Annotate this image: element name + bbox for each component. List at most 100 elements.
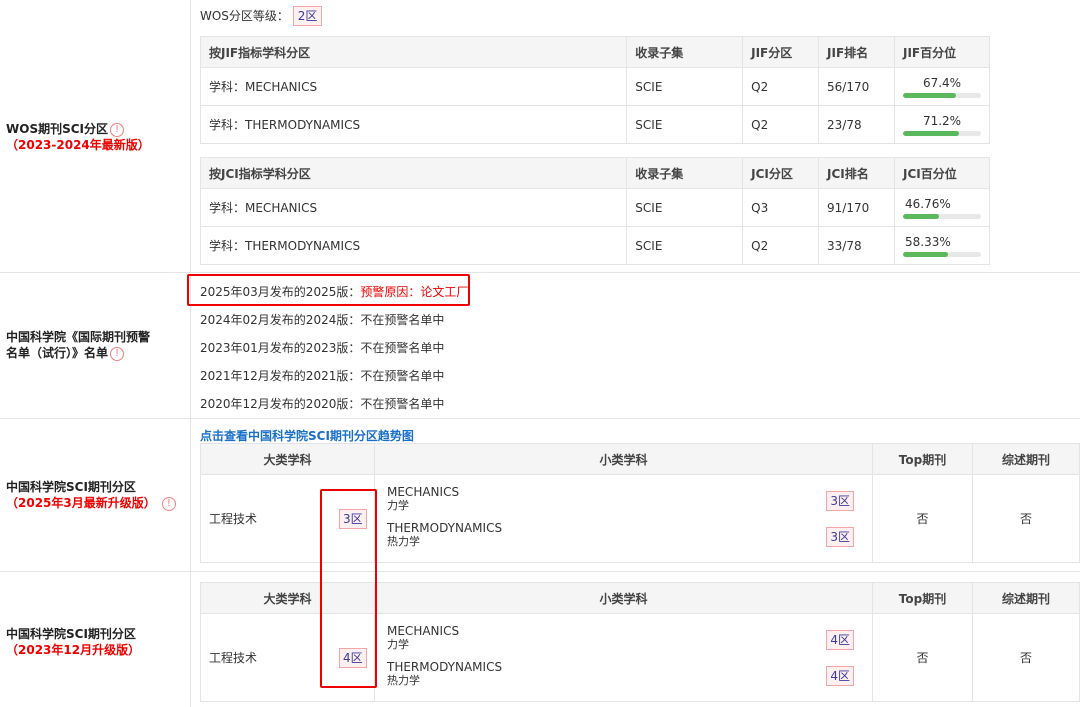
minor-zone-badge: 3区 <box>826 527 854 547</box>
minor-zone-badge: 3区 <box>826 491 854 511</box>
wos-level: WOS分区等级： 2区 <box>200 6 323 26</box>
warning-line: 2024年02月发布的2024版：不在预警名单中 <box>200 311 444 328</box>
progress-fill <box>903 213 940 219</box>
jci-subject: 学科：MECHANICS <box>199 188 628 227</box>
warning-line: 2023年01月发布的2023版：不在预警名单中 <box>200 339 444 356</box>
warning-line-prefix: 2021年12月发布的2021版： <box>200 369 361 383</box>
divider <box>190 572 191 707</box>
jci-pct-cell: 58.33% <box>894 226 990 265</box>
warning-line-prefix: 2025年03月发布的2025版： <box>200 285 361 299</box>
progress-bar <box>903 213 981 219</box>
jif-zone: Q2 <box>742 67 820 106</box>
warning-line-status: 不在预警名单中 <box>360 341 445 355</box>
wos-level-badge: 2区 <box>292 6 323 26</box>
wos-label-title: WOS期刊SCI分区 <box>6 122 108 136</box>
header-major: 大类学科 <box>200 443 375 475</box>
jif-pct-cell: 71.2% <box>894 105 990 144</box>
progress-bar <box>903 130 981 136</box>
minor-subject-cn: 热力学 <box>387 674 420 687</box>
warning-line-status: 预警原因：论文工厂 <box>360 285 469 299</box>
review-cell: 否 <box>972 613 1080 702</box>
jif-header-zone: JIF分区 <box>742 36 820 68</box>
minor-subject-en: THERMODYNAMICS <box>387 521 503 535</box>
minor-zone-badge: 4区 <box>826 630 854 650</box>
top-cell: 否 <box>872 613 973 702</box>
highlight-box <box>320 489 377 688</box>
divider <box>190 419 191 571</box>
jci-header-row: 按JCI指标学科分区 收录子集 JCI分区 JCI排名 JCI百分位 <box>199 157 990 189</box>
jci-table: 按JCI指标学科分区 收录子集 JCI分区 JCI排名 JCI百分位 学科：ME… <box>199 157 990 265</box>
warning-line-prefix: 2024年02月发布的2024版： <box>200 313 361 327</box>
warning-line-status: 不在预警名单中 <box>360 369 445 383</box>
warning-line-prefix: 2020年12月发布的2020版： <box>200 397 361 411</box>
warning-section: 中国科学院《国际期刊预警 名单（试行）》名单! 2025年03月发布的2025版… <box>0 273 1080 419</box>
wos-label-sub: （2023-2024年最新版） <box>6 138 150 152</box>
cas2023-label-title: 中国科学院SCI期刊分区 <box>6 627 136 641</box>
minor-cell: MECHANICS 力学 3区 THERMODYNAMICS 热力学 3区 <box>374 474 873 563</box>
minor-subject: MECHANICS 力学 <box>387 624 460 652</box>
review-cell: 否 <box>972 474 1080 563</box>
jci-header-set: 收录子集 <box>626 157 744 189</box>
jif-pct-text: 67.4% <box>922 75 962 90</box>
progress-fill <box>903 251 949 257</box>
minor-subject: THERMODYNAMICS 热力学 <box>387 661 502 688</box>
jif-set: SCIE <box>626 67 744 106</box>
warning-line: 2025年03月发布的2025版：预警原因：论文工厂 <box>200 283 468 300</box>
trend-chart-link[interactable]: 点击查看中国科学院SCI期刊分区趋势图 <box>200 427 414 444</box>
jci-header-zone: JCI分区 <box>742 157 820 189</box>
jif-rank: 56/170 <box>818 67 895 106</box>
jci-zone: Q2 <box>742 226 820 265</box>
header-minor: 小类学科 <box>374 582 873 614</box>
cas2023-label-sub: （2023年12月升级版） <box>6 643 141 657</box>
header-top: Top期刊 <box>872 443 973 475</box>
cas2023-label: 中国科学院SCI期刊分区 （2023年12月升级版） <box>0 626 190 658</box>
header-review: 综述期刊 <box>972 582 1080 614</box>
jci-header-rank: JCI排名 <box>818 157 895 189</box>
jci-subject: 学科：THERMODYNAMICS <box>199 226 628 265</box>
minor-subject-en: MECHANICS <box>387 624 460 638</box>
minor-subject: THERMODYNAMICS 热力学 <box>387 521 503 549</box>
warning-label: 中国科学院《国际期刊预警 名单（试行）》名单! <box>0 329 190 361</box>
progress-fill <box>903 92 956 98</box>
jif-header-row: 按JIF指标学科分区 收录子集 JIF分区 JIF排名 JIF百分位 <box>199 36 990 68</box>
table-row: 学科：THERMODYNAMICS SCIE Q2 33/78 58.33% <box>199 226 990 265</box>
jci-rank: 33/78 <box>818 226 895 265</box>
info-icon[interactable]: ! <box>161 496 176 511</box>
minor-subject-cn: 力学 <box>387 638 409 651</box>
warning-label-line1: 中国科学院《国际期刊预警 <box>6 330 151 344</box>
table-row: 学科：MECHANICS SCIE Q2 56/170 67.4% <box>199 67 990 106</box>
cas2025-label-sub: （2025年3月最新升级版） <box>6 496 156 510</box>
warning-line: 2020年12月发布的2020版：不在预警名单中 <box>200 395 444 412</box>
jif-set: SCIE <box>626 105 744 144</box>
jci-pct-text: 46.76% <box>905 196 951 211</box>
minor-subject-cn: 力学 <box>387 499 409 512</box>
major-subject: 工程技术 <box>209 651 258 665</box>
jif-table: 按JIF指标学科分区 收录子集 JIF分区 JIF排名 JIF百分位 学科：ME… <box>199 36 990 144</box>
jif-pct-text: 71.2% <box>922 113 962 128</box>
warning-label-line2: 名单（试行）》名单 <box>6 346 109 360</box>
jci-header-pct: JCI百分位 <box>894 157 990 189</box>
wos-level-label: WOS分区等级： <box>200 9 289 23</box>
cas2025-label-title: 中国科学院SCI期刊分区 <box>6 480 136 494</box>
minor-zone-badge: 4区 <box>826 666 854 686</box>
table-row: 学科：MECHANICS SCIE Q3 91/170 46.76% <box>199 188 990 227</box>
jif-rank: 23/78 <box>818 105 895 144</box>
warning-line-status: 不在预警名单中 <box>360 397 445 411</box>
progress-bar <box>903 92 981 98</box>
jif-header-subject: 按JIF指标学科分区 <box>199 36 628 68</box>
wos-section: WOS期刊SCI分区! （2023-2024年最新版） WOS分区等级： 2区 … <box>0 0 1080 273</box>
jif-subject: 学科：MECHANICS <box>199 67 628 106</box>
jci-set: SCIE <box>626 188 744 227</box>
info-icon[interactable]: ! <box>110 346 125 361</box>
jci-set: SCIE <box>626 226 744 265</box>
header-minor: 小类学科 <box>374 443 873 475</box>
minor-cell: MECHANICS 力学 4区 THERMODYNAMICS 热力学 4区 <box>374 613 873 702</box>
warning-line: 2021年12月发布的2021版：不在预警名单中 <box>200 367 444 384</box>
info-icon[interactable]: ! <box>110 122 124 137</box>
jif-header-pct: JIF百分位 <box>894 36 990 68</box>
divider <box>190 0 191 272</box>
warning-line-status: 不在预警名单中 <box>360 313 445 327</box>
header-top: Top期刊 <box>872 582 973 614</box>
jif-pct-cell: 67.4% <box>894 67 990 106</box>
minor-subject-en: MECHANICS <box>387 485 460 499</box>
